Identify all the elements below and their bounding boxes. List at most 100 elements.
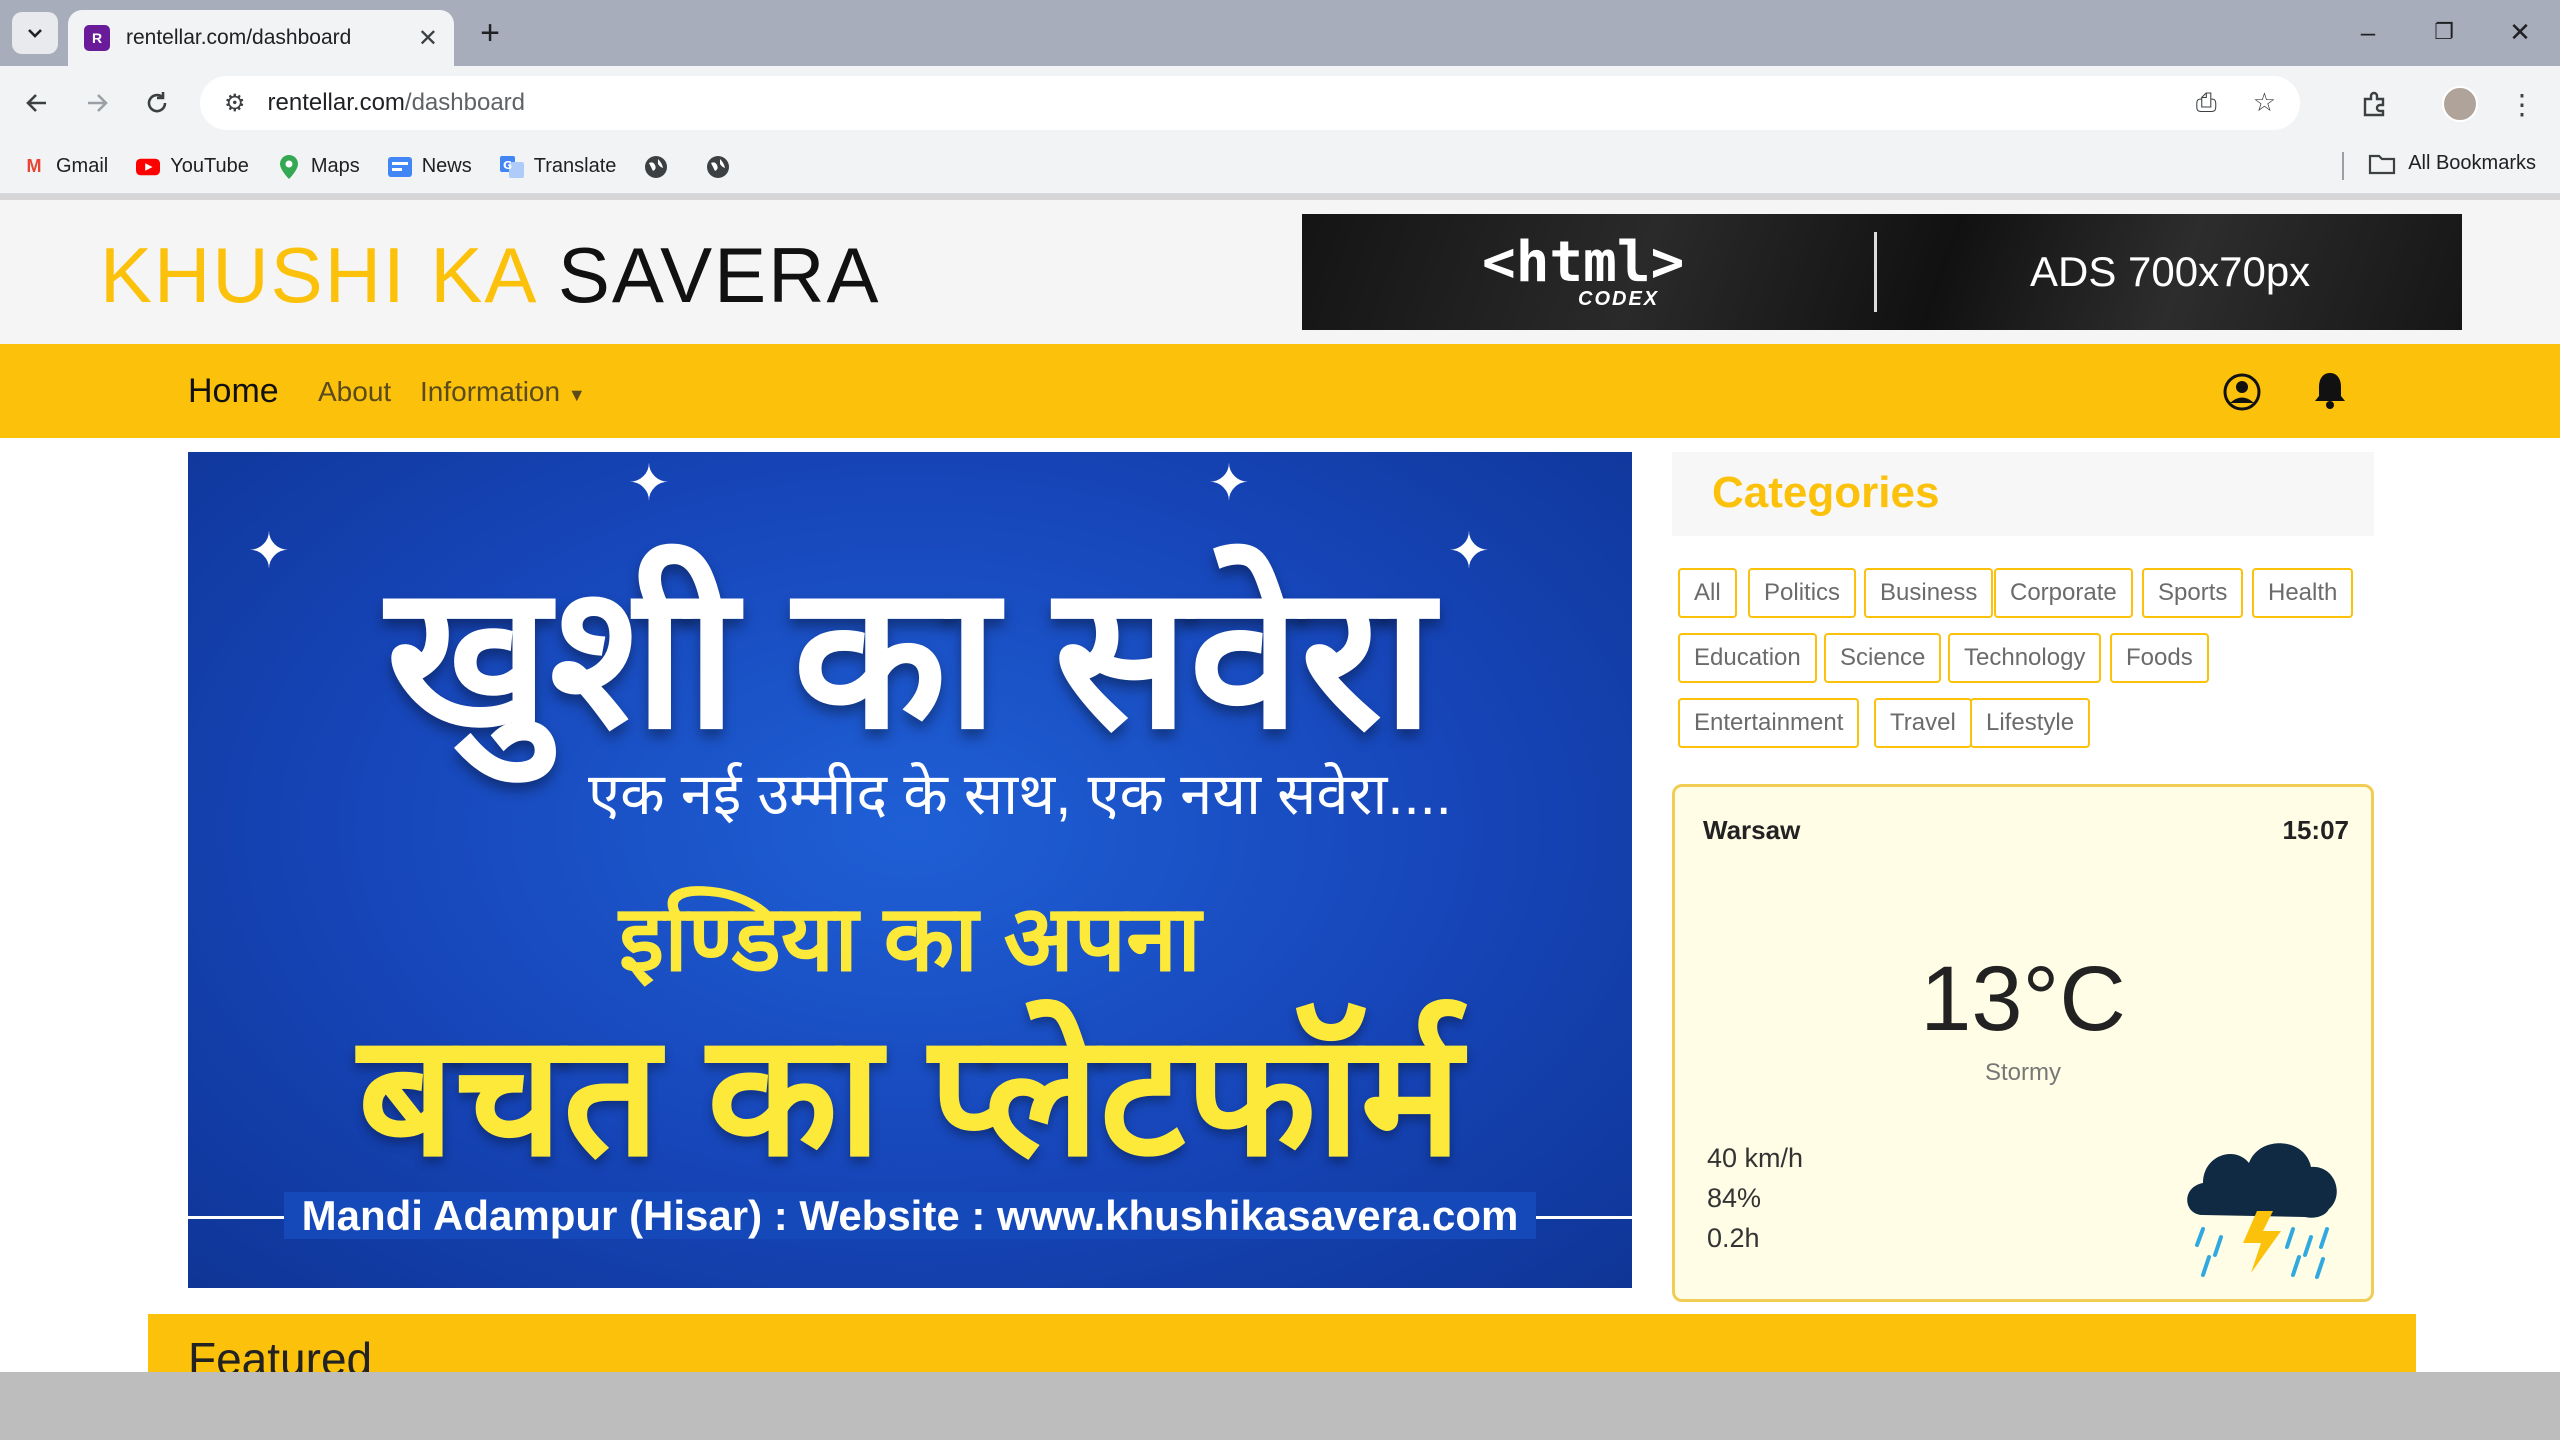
logo-part2: SAVERA xyxy=(557,231,881,319)
nav-about-link[interactable]: About xyxy=(318,376,391,408)
chevron-down-icon xyxy=(28,29,42,38)
tag-technology[interactable]: Technology xyxy=(1948,633,2102,683)
caret-down-icon: ▼ xyxy=(567,385,586,405)
install-app-icon[interactable]: ⎙ xyxy=(2196,87,2217,119)
ad-size-text: ADS 700x70px xyxy=(2030,248,2311,295)
bookmark-label: Maps xyxy=(310,155,360,177)
tag-lifestyle[interactable]: Lifestyle xyxy=(1970,698,2091,748)
arrow-left-icon xyxy=(26,94,46,112)
translate-icon: G xyxy=(499,155,524,179)
notification-bell-icon[interactable] xyxy=(2312,370,2348,410)
youtube-icon xyxy=(136,155,161,179)
forward-button[interactable] xyxy=(74,80,120,126)
tag-corporate[interactable]: Corporate xyxy=(1994,568,2133,618)
browser-toolbar: ⚙ rentellar.com /dashboard ⎙ ☆ ⋮ xyxy=(0,66,2560,140)
restore-button[interactable]: ❐ xyxy=(2414,10,2474,54)
bookmarks-separator xyxy=(2342,152,2344,180)
nav-information-dropdown[interactable]: Information ▼ xyxy=(420,376,586,408)
tag-health[interactable]: Health xyxy=(2252,568,2354,618)
tab-close-icon[interactable]: ✕ xyxy=(418,24,438,53)
page-viewport: KHUSHI KA SAVERA <html> CODEX ADS 700x70… xyxy=(0,200,2560,1372)
nav-home-link[interactable]: Home xyxy=(188,372,279,411)
globe-icon xyxy=(644,155,668,179)
tag-sports[interactable]: Sports xyxy=(2142,568,2244,618)
weather-city: Warsaw xyxy=(1703,815,1801,845)
featured-section-header: Featured xyxy=(148,1314,2416,1372)
weather-temperature: 13°C xyxy=(1920,948,2126,1050)
sparkle-icon: ✦ xyxy=(628,455,670,511)
bookmark-globe-1[interactable] xyxy=(644,155,678,179)
sparkle-icon: ✦ xyxy=(1208,455,1250,511)
bookmark-label: News xyxy=(421,155,472,177)
tag-science[interactable]: Science xyxy=(1824,633,1942,683)
gmail-icon: M xyxy=(26,156,42,176)
bookmark-gmail[interactable]: M Gmail xyxy=(22,155,109,179)
tag-entertainment[interactable]: Entertainment xyxy=(1678,698,1860,748)
arrow-right-icon xyxy=(88,94,108,112)
bookmark-youtube[interactable]: YouTube xyxy=(136,155,249,179)
hero-title: खुशी का सवेरा xyxy=(386,546,1434,769)
categories-title: Categories xyxy=(1712,468,1940,517)
ad-banner[interactable]: <html> CODEX ADS 700x70px xyxy=(1302,214,2462,330)
nav-information-label: Information xyxy=(420,376,561,407)
bookmark-star-icon[interactable]: ☆ xyxy=(2253,87,2276,119)
hero-subtitle: एक नई उम्मीद के साथ, एक नया सवेरा.... xyxy=(588,762,1452,827)
user-account-icon[interactable] xyxy=(2222,372,2262,412)
weather-wind: 40 km/h xyxy=(1707,1143,1804,1173)
site-favicon-icon: R xyxy=(84,25,110,51)
tag-education[interactable]: Education xyxy=(1678,633,1817,683)
bookmarks-bar: M Gmail YouTube Maps News G Translate Al… xyxy=(0,140,2560,194)
browser-tab-strip: R rentellar.com/dashboard ✕ + – ❐ ✕ xyxy=(0,0,2560,66)
url-host: rentellar.com xyxy=(267,89,405,116)
ad-html-logo: <html> xyxy=(1482,230,1685,295)
tab-title: rentellar.com/dashboard xyxy=(126,26,352,49)
site-logo[interactable]: KHUSHI KA SAVERA xyxy=(100,230,880,321)
window-bottom-edge xyxy=(0,1372,2560,1440)
reload-button[interactable] xyxy=(134,80,180,126)
new-tab-button[interactable]: + xyxy=(470,12,510,54)
all-bookmarks-label: All Bookmarks xyxy=(2408,152,2536,174)
logo-part1: KHUSHI KA xyxy=(100,231,535,319)
back-button[interactable] xyxy=(14,80,60,126)
bookmark-label: Translate xyxy=(533,155,617,177)
profile-avatar[interactable] xyxy=(2442,86,2478,122)
ad-codex-logo: CODEX xyxy=(1578,288,1660,310)
weather-condition: Stormy xyxy=(1984,1059,2061,1086)
news-icon xyxy=(387,155,412,179)
weather-duration: 0.2h xyxy=(1707,1223,1760,1253)
active-tab[interactable]: R rentellar.com/dashboard ✕ xyxy=(68,10,454,66)
maps-icon xyxy=(277,154,301,179)
featured-title: Featured xyxy=(188,1333,373,1372)
reload-icon xyxy=(147,92,167,113)
storm-cloud-icon xyxy=(2187,1143,2337,1279)
hero-footer-text: Mandi Adampur (Hisar) : Website : www.kh… xyxy=(283,1192,1537,1239)
tag-foods[interactable]: Foods xyxy=(2110,633,2209,683)
tag-all[interactable]: All xyxy=(1678,568,1737,618)
hero-banner: ✦ ✦ ✦ ✦ खुशी का सवेरा एक नई उम्मीद के सा… xyxy=(188,452,1632,1288)
tag-travel[interactable]: Travel xyxy=(1874,698,1972,748)
bookmark-globe-2[interactable] xyxy=(706,155,740,179)
bookmark-label: Gmail xyxy=(56,155,109,177)
bookmark-news[interactable]: News xyxy=(387,155,472,179)
bookmark-maps[interactable]: Maps xyxy=(277,154,360,179)
folder-icon xyxy=(2369,154,2396,174)
more-menu-icon[interactable]: ⋮ xyxy=(2500,82,2544,126)
globe-icon xyxy=(706,155,730,179)
all-bookmarks-button[interactable]: All Bookmarks xyxy=(2368,152,2536,175)
ad-divider xyxy=(1874,232,1877,312)
bookmark-translate[interactable]: G Translate xyxy=(499,155,617,179)
site-info-icon[interactable]: ⚙ xyxy=(224,89,246,118)
minimize-button[interactable]: – xyxy=(2338,10,2398,54)
window-close-button[interactable]: ✕ xyxy=(2490,10,2550,54)
url-path: /dashboard xyxy=(404,89,525,116)
address-bar[interactable]: ⚙ rentellar.com /dashboard ⎙ ☆ xyxy=(200,76,2300,130)
hero-footer: Mandi Adampur (Hisar) : Website : www.kh… xyxy=(188,1192,1632,1240)
main-navbar: Home About Information ▼ xyxy=(0,344,2560,438)
weather-humidity: 84% xyxy=(1707,1183,1762,1213)
extensions-icon[interactable] xyxy=(2352,82,2396,126)
tag-business[interactable]: Business xyxy=(1864,568,1994,618)
bookmark-label: YouTube xyxy=(170,155,249,177)
tag-politics[interactable]: Politics xyxy=(1748,568,1857,618)
tab-search-button[interactable] xyxy=(12,12,58,54)
weather-time: 15:07 xyxy=(2282,815,2350,845)
